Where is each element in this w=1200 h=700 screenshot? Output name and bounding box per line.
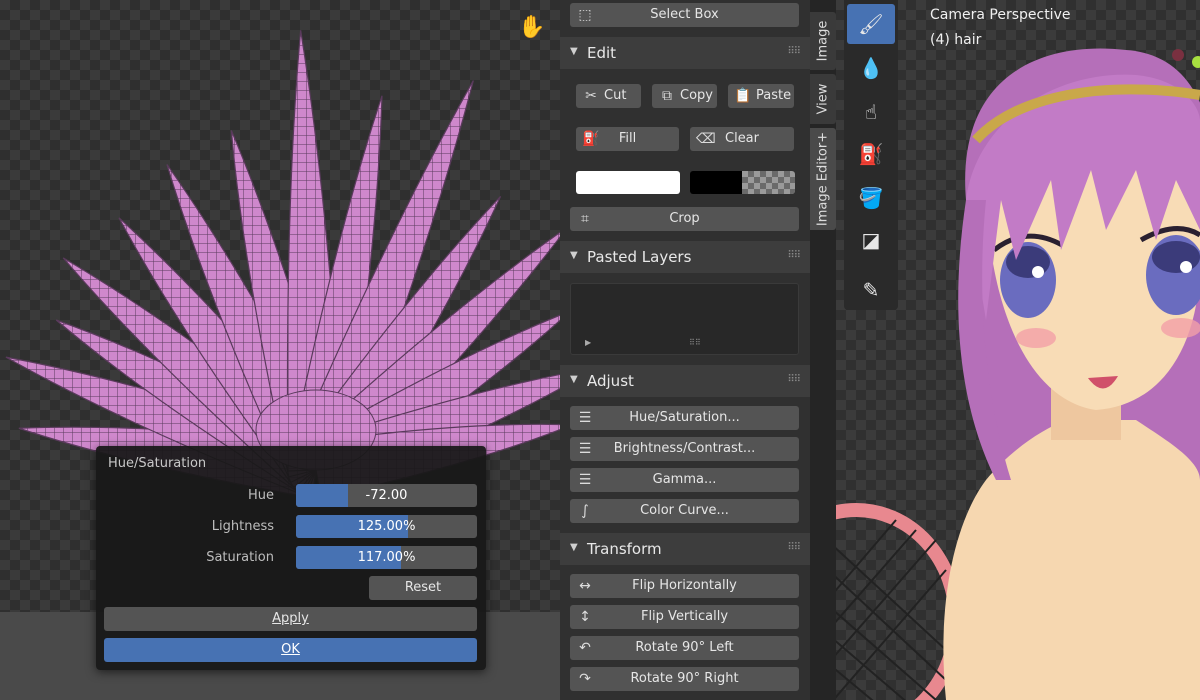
tab-image[interactable]: Image	[810, 12, 836, 70]
saturation-slider[interactable]: 117.00%	[296, 546, 477, 569]
transform-panel-header[interactable]: ▼ Transform ⠿⠿	[560, 533, 810, 565]
flip-horizontally-button[interactable]: ↔ Flip Horizontally	[570, 574, 799, 598]
hue-label: Hue	[247, 488, 274, 503]
lightness-slider[interactable]: 125.00%	[296, 515, 477, 538]
saturation-label: Saturation	[206, 550, 274, 565]
adjust-panel-header[interactable]: ▼ Adjust ⠿⠿	[560, 365, 810, 397]
rotate-right-button[interactable]: ↷ Rotate 90° Right	[570, 667, 799, 691]
collapse-arrow-icon: ▼	[570, 374, 578, 385]
image-editor-sidebar: ⬚ Select Box ▼ Edit ⠿⠿ ✂ Cut ⧉ Copy 📋 Pa…	[560, 0, 810, 700]
3d-viewport[interactable]: 🖌 💧 ☝ ⛽ 🪣 ◪ ✎ Camera Perspective (4) hai…	[836, 0, 1200, 700]
hue-saturation-label: Hue/Saturation...	[629, 410, 740, 425]
select-box-label: Select Box	[650, 7, 719, 22]
tab-view[interactable]: View	[810, 74, 836, 124]
fill-bucket-icon[interactable]: 🪣	[847, 178, 895, 218]
foreground-color-swatch[interactable]	[576, 171, 680, 194]
rotate-left-button[interactable]: ↶ Rotate 90° Left	[570, 636, 799, 660]
cut-button[interactable]: ✂ Cut	[576, 84, 641, 108]
collapse-arrow-icon: ▼	[570, 250, 578, 261]
clear-label: Clear	[725, 131, 759, 146]
collapse-arrow-icon: ▼	[570, 542, 578, 553]
brush-icon[interactable]: 🖌	[847, 4, 895, 44]
expand-arrow-icon[interactable]: ▶	[585, 338, 591, 347]
popup-title: Hue/Saturation	[108, 456, 207, 471]
rotate-left-label: Rotate 90° Left	[635, 640, 734, 655]
background-color-swatch[interactable]	[690, 171, 795, 194]
brightness-contrast-button[interactable]: ☰ Brightness/Contrast...	[570, 437, 799, 461]
tab-view-label: View	[815, 83, 831, 115]
stamp-icon[interactable]: ⛽	[847, 134, 895, 174]
smear-icon[interactable]: ☝	[847, 92, 895, 132]
cut-label: Cut	[604, 88, 627, 103]
alpha-checker	[742, 171, 795, 194]
select-box-button[interactable]: ⬚ Select Box	[570, 3, 799, 27]
lightness-value: 125.00%	[357, 519, 416, 534]
drag-grip-icon[interactable]: ⠿⠿	[787, 542, 801, 553]
mask-icon[interactable]: ◪	[847, 220, 895, 260]
color-curve-label: Color Curve...	[640, 503, 729, 518]
drag-grip-icon[interactable]: ⠿⠿	[787, 46, 801, 57]
image-editor-viewport[interactable]: ✋ Hue/Saturation Hue -72.00 Lightness 12…	[0, 0, 560, 700]
saturation-row: Saturation 117.00%	[96, 546, 486, 570]
copy-icon: ⧉	[662, 88, 672, 104]
paint-toolbar: 🖌 💧 ☝ ⛽ 🪣 ◪ ✎	[844, 0, 898, 310]
hand-pan-icon[interactable]: ✋	[518, 14, 546, 42]
crop-label: Crop	[669, 211, 700, 226]
paste-icon: 📋	[734, 88, 752, 104]
ok-button[interactable]: OK	[104, 638, 477, 662]
flip-horizontally-label: Flip Horizontally	[632, 578, 737, 593]
tab-image-editor-plus-label: Image Editor+	[815, 131, 831, 227]
flip-vertically-label: Flip Vertically	[640, 609, 729, 624]
annotate-icon[interactable]: ✎	[847, 270, 895, 310]
pasted-layers-list[interactable]: ▶ ⠿⠿	[570, 283, 799, 355]
reset-button[interactable]: Reset	[369, 576, 477, 600]
resize-grip-icon[interactable]: ⠿⠿	[689, 338, 701, 347]
pasted-layers-title: Pasted Layers	[587, 248, 692, 266]
color-curve-button[interactable]: ∫ Color Curve...	[570, 499, 799, 523]
adjust-panel-title: Adjust	[587, 372, 634, 390]
tab-image-label: Image	[815, 20, 831, 62]
hue-saturation-button[interactable]: ☰ Hue/Saturation...	[570, 406, 799, 430]
drag-grip-icon[interactable]: ⠿⠿	[787, 374, 801, 385]
clear-button[interactable]: ⌫ Clear	[690, 127, 794, 151]
copy-button[interactable]: ⧉ Copy	[652, 84, 717, 108]
fill-button[interactable]: ⛽ Fill	[576, 127, 679, 151]
drag-grip-icon[interactable]: ⠿⠿	[787, 250, 801, 261]
edit-panel-header[interactable]: ▼ Edit ⠿⠿	[560, 37, 810, 69]
tennis-racket	[836, 503, 963, 700]
drop-icon[interactable]: 💧	[847, 48, 895, 88]
lightness-row: Lightness 125.00%	[96, 515, 486, 539]
edit-panel-title: Edit	[587, 44, 617, 62]
camera-perspective-label: Camera Perspective	[930, 7, 1071, 23]
paste-label: Paste	[756, 88, 792, 103]
gamma-button[interactable]: ☰ Gamma...	[570, 468, 799, 492]
hue-saturation-popup: Hue/Saturation Hue -72.00 Lightness 125.…	[96, 446, 486, 670]
apply-button[interactable]: Apply	[104, 607, 477, 631]
paste-button[interactable]: 📋 Paste	[728, 84, 794, 108]
rotate-right-label: Rotate 90° Right	[630, 671, 739, 686]
brightness-contrast-label: Brightness/Contrast...	[613, 441, 756, 456]
fill-label: Fill	[618, 131, 637, 146]
hue-slider[interactable]: -72.00	[296, 484, 477, 507]
gamma-label: Gamma...	[652, 472, 717, 487]
pasted-layers-header[interactable]: ▼ Pasted Layers ⠿⠿	[560, 241, 810, 273]
crop-button[interactable]: ⌗ Crop	[570, 207, 799, 231]
hue-row: Hue -72.00	[96, 484, 486, 508]
flip-vertically-button[interactable]: ↕ Flip Vertically	[570, 605, 799, 629]
tab-image-editor-plus[interactable]: Image Editor+	[810, 128, 836, 230]
sidebar-tabs: Image View Image Editor+	[810, 0, 836, 700]
transform-panel-title: Transform	[587, 540, 662, 558]
scissors-icon: ✂	[585, 88, 597, 104]
lightness-label: Lightness	[211, 519, 274, 534]
saturation-value: 117.00%	[357, 550, 416, 565]
active-object-label: (4) hair	[930, 32, 982, 48]
hue-value: -72.00	[365, 488, 408, 503]
collapse-arrow-icon: ▼	[570, 46, 578, 57]
copy-label: Copy	[680, 88, 713, 103]
